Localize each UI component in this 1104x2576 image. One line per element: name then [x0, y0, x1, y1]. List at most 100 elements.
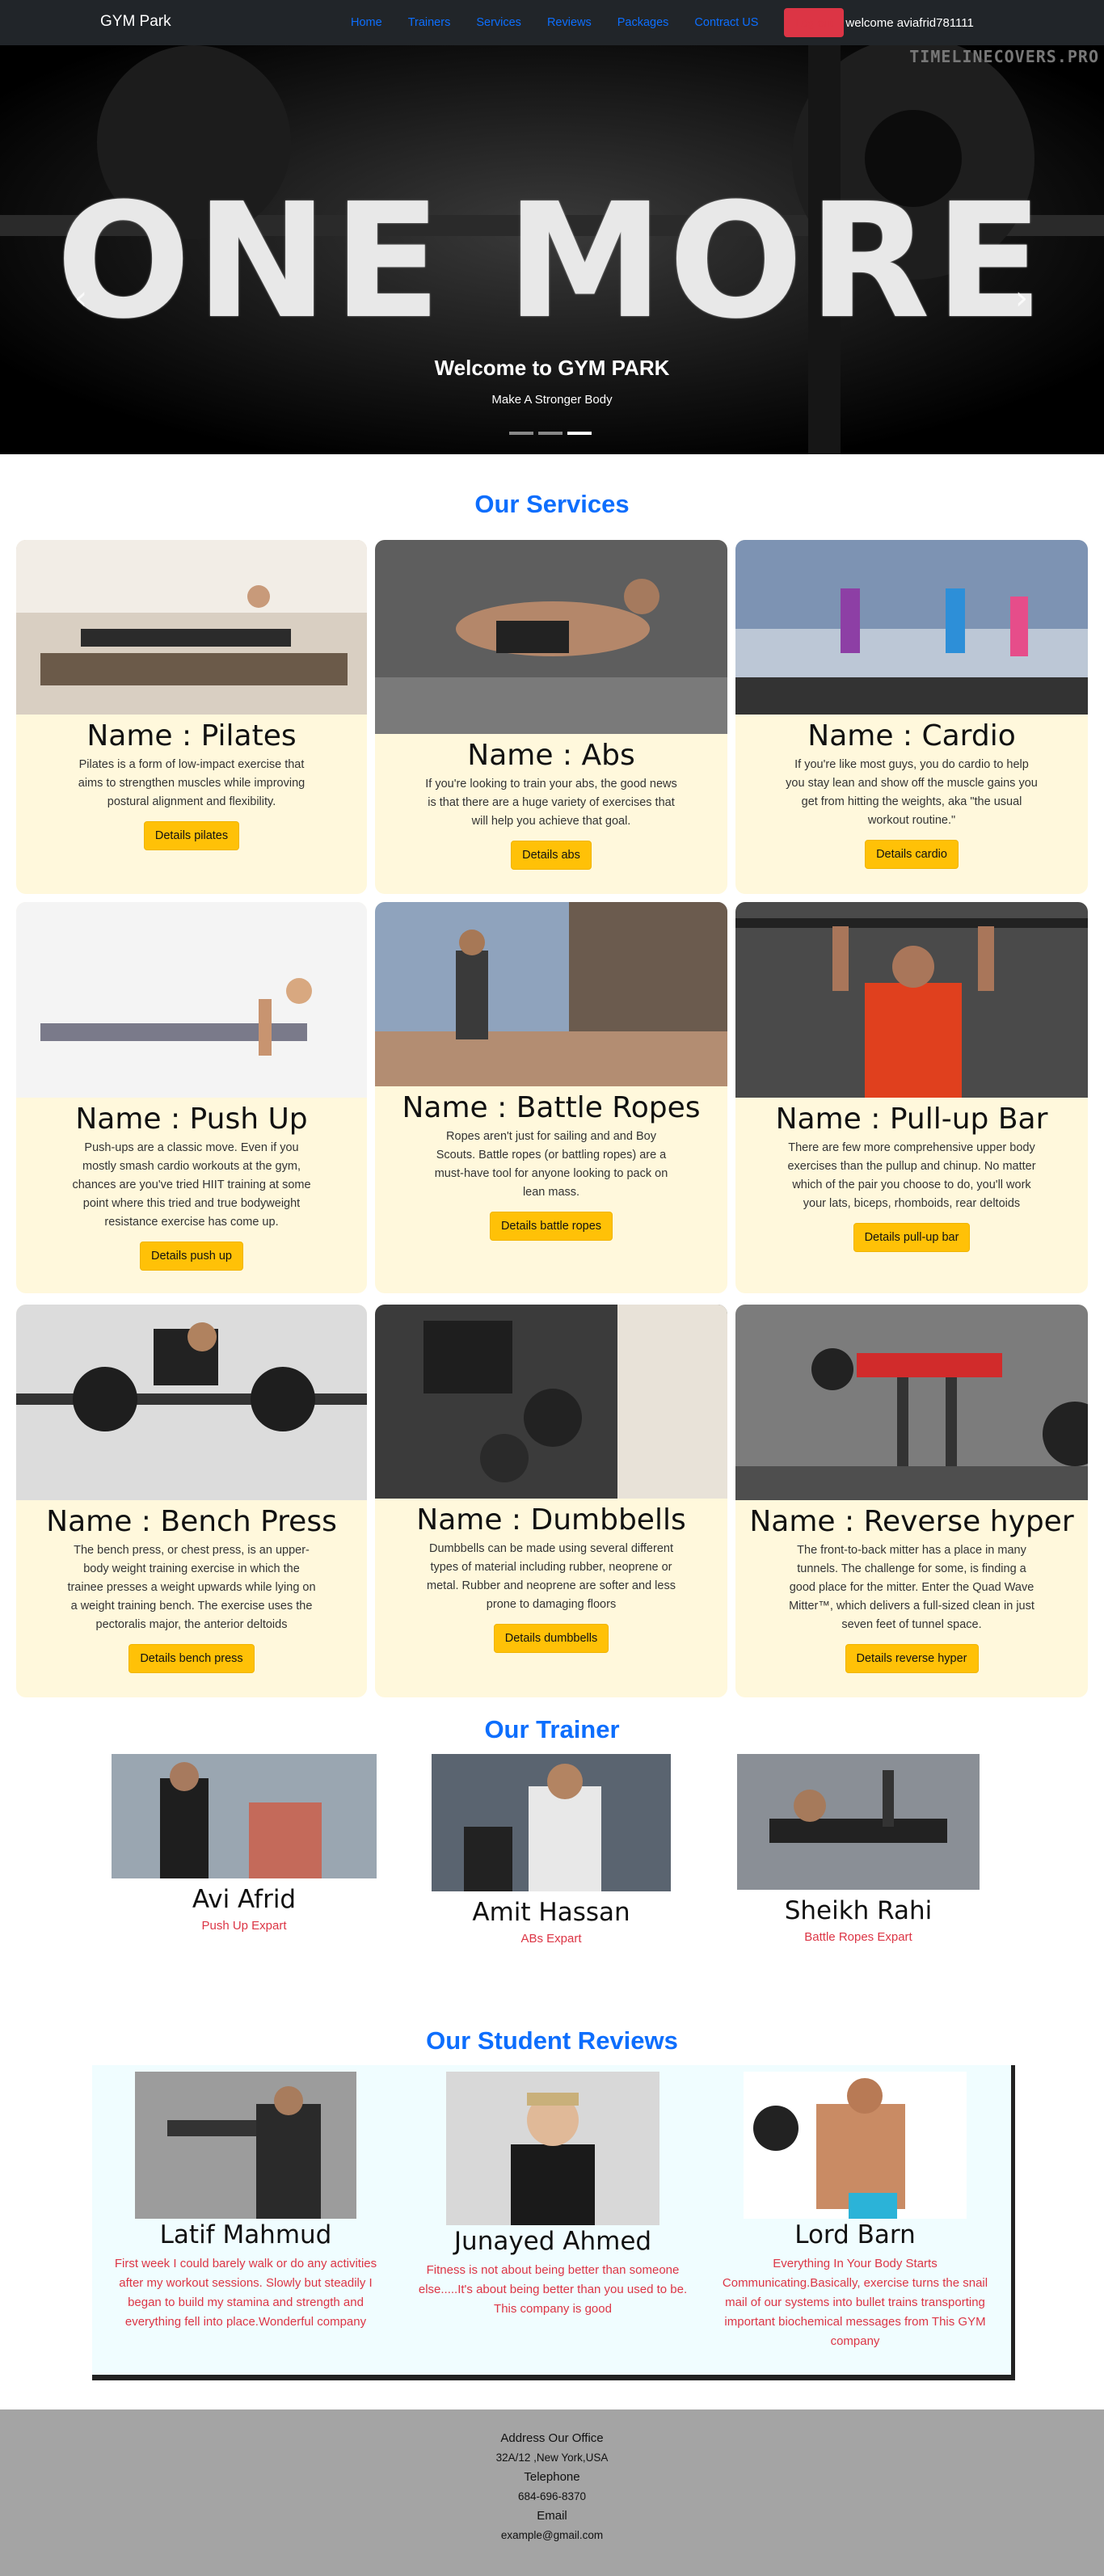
service-description: Dumbbells can be made using several diff…: [427, 1542, 676, 1611]
trainers-section: Our Trainer Avi Afrid Push Up Expart Ami…: [0, 1715, 1104, 2026]
chevron-left-icon[interactable]: ‹: [74, 280, 87, 317]
review-card: Junayed Ahmed Fitness is not about being…: [412, 2072, 693, 2319]
service-card-abs: Name : Abs If you're looking to train yo…: [375, 540, 727, 894]
service-image-push-up: [16, 902, 367, 1098]
review-text: First week I could barely walk or do any…: [114, 2257, 377, 2329]
service-description: Pilates is a form of low-impact exercise…: [78, 758, 305, 808]
service-name: Name : Bench Press: [46, 1505, 337, 1538]
hero-subtitle: Make A Stronger Body: [491, 393, 613, 407]
watermark-text: TIMELINECOVERS.PRO: [909, 47, 1099, 66]
reviews-panel: Latif Mahmud First week I could barely w…: [92, 2065, 1015, 2380]
service-card-pilates: Name : Pilates Pilates is a form of low-…: [16, 540, 367, 894]
footer: Address Our Office 32A/12 ,New York,USA …: [0, 2409, 1104, 2576]
hero-title: Welcome to GYM PARK: [434, 356, 670, 380]
review-text: Fitness is not about being better than s…: [418, 2263, 688, 2316]
details-bench-press-button[interactable]: Details bench press: [129, 1644, 255, 1673]
details-push-up-button[interactable]: Details push up: [140, 1242, 243, 1271]
reviewer-photo: [135, 2072, 356, 2219]
trainer-role: Battle Ropes Expart: [804, 1930, 912, 1944]
service-image-battle-ropes: [375, 902, 727, 1086]
service-name: Name : Abs: [467, 739, 635, 772]
footer-telephone-label: Telephone: [524, 2470, 580, 2484]
logout-button[interactable]: Log out: [784, 8, 845, 37]
services-section: Our Services Name : Pilates Pilates is a…: [0, 454, 1104, 1715]
hero-big-word: ONE MORE: [56, 170, 1048, 354]
top-navbar: GYM Park Home Trainers Services Reviews …: [0, 0, 1104, 45]
service-description: If you're like most guys, you do cardio …: [786, 758, 1038, 827]
service-card-battle-ropes: Name : Battle Ropes Ropes aren't just fo…: [375, 902, 727, 1293]
nav-link-contact[interactable]: Contract US: [694, 16, 758, 29]
service-image-pull-up-bar: [735, 902, 1088, 1098]
service-card-dumbbells: Name : Dumbbells Dumbbells can be made u…: [375, 1305, 727, 1697]
trainer-name: Avi Afrid: [192, 1885, 297, 1914]
carousel-indicator[interactable]: [538, 432, 563, 435]
welcome-text: welcome aviafrid781111: [845, 15, 974, 30]
reviews-section: Our Student Reviews Latif Mahmud First w…: [0, 2026, 1104, 2409]
carousel-indicator[interactable]: [509, 432, 533, 435]
service-name: Name : Battle Ropes: [402, 1091, 701, 1124]
nav-link-home[interactable]: Home: [351, 16, 382, 29]
hero-carousel: TIMELINECOVERS.PRO ONE MORE ‹ › Welcome …: [0, 45, 1104, 454]
trainer-photo: [432, 1754, 671, 1891]
details-battle-ropes-button[interactable]: Details battle ropes: [489, 1212, 613, 1241]
carousel-indicator-active[interactable]: [567, 432, 592, 435]
review-card: Lord Barn Everything In Your Body Starts…: [714, 2072, 996, 2351]
service-card-reverse-hyper: Name : Reverse hyper The front-to-back m…: [735, 1305, 1088, 1697]
footer-email[interactable]: example@gmail.com: [0, 2526, 1104, 2545]
service-description: Push-ups are a classic move. Even if you…: [72, 1141, 311, 1229]
service-name: Name : Cardio: [807, 719, 1016, 753]
reviewer-name: Lord Barn: [794, 2220, 916, 2249]
nav-links: Home Trainers Services Reviews Packages …: [351, 0, 974, 45]
service-description: There are few more comprehensive upper b…: [787, 1141, 1036, 1210]
carousel-indicators: [509, 432, 592, 435]
services-title: Our Services: [474, 490, 630, 518]
service-image-reverse-hyper: [735, 1305, 1088, 1500]
details-pilates-button[interactable]: Details pilates: [143, 821, 240, 850]
nav-link-trainers[interactable]: Trainers: [408, 16, 451, 29]
trainer-name: Amit Hassan: [472, 1898, 630, 1927]
service-description: If you're looking to train your abs, the…: [425, 778, 677, 828]
service-image-abs: [375, 540, 727, 734]
details-abs-button[interactable]: Details abs: [511, 841, 592, 870]
trainer-card: Avi Afrid Push Up Expart: [112, 1754, 377, 1933]
service-name: Name : Pull-up Bar: [775, 1102, 1048, 1136]
reviewer-photo: [446, 2072, 659, 2225]
service-card-bench-press: Name : Bench Press The bench press, or c…: [16, 1305, 367, 1697]
details-dumbbells-button[interactable]: Details dumbbells: [493, 1624, 609, 1653]
service-image-dumbbells: [375, 1305, 727, 1499]
service-card-push-up: Name : Push Up Push-ups are a classic mo…: [16, 902, 367, 1293]
details-pull-up-bar-button[interactable]: Details pull-up bar: [853, 1223, 971, 1252]
nav-link-reviews[interactable]: Reviews: [547, 16, 592, 29]
service-description: The bench press, or chest press, is an u…: [67, 1544, 316, 1631]
reviewer-name: Latif Mahmud: [159, 2220, 332, 2249]
chevron-right-icon[interactable]: ›: [1015, 280, 1028, 317]
trainer-role: ABs Expart: [520, 1932, 582, 1946]
trainers-title: Our Trainer: [484, 1715, 620, 1743]
review-text: Everything In Your Body Starts Communica…: [722, 2257, 988, 2348]
nav-link-packages[interactable]: Packages: [617, 16, 669, 29]
trainer-card: Sheikh Rahi Battle Ropes Expart: [737, 1754, 980, 1944]
review-card: Latif Mahmud First week I could barely w…: [105, 2072, 386, 2332]
footer-email-label: Email: [537, 2509, 567, 2523]
service-image-bench-press: [16, 1305, 367, 1500]
footer-address-label: Address Our Office: [500, 2431, 604, 2445]
details-reverse-hyper-button[interactable]: Details reverse hyper: [845, 1644, 979, 1673]
service-description: Ropes aren't just for sailing and and Bo…: [434, 1130, 668, 1199]
service-image-pilates: [16, 540, 367, 715]
service-name: Name : Pilates: [86, 719, 297, 753]
nav-link-services[interactable]: Services: [476, 16, 521, 29]
details-cardio-button[interactable]: Details cardio: [865, 840, 959, 869]
service-description: The front-to-back mitter has a place in …: [789, 1544, 1034, 1631]
service-card-cardio: Name : Cardio If you're like most guys, …: [735, 540, 1088, 894]
service-name: Name : Push Up: [75, 1102, 308, 1136]
trainer-card: Amit Hassan ABs Expart: [432, 1754, 671, 1946]
service-name: Name : Dumbbells: [416, 1503, 686, 1537]
brand-logo[interactable]: GYM Park: [100, 13, 171, 31]
trainer-photo: [112, 1754, 377, 1878]
trainer-name: Sheikh Rahi: [784, 1896, 933, 1925]
reviewer-photo: [744, 2072, 967, 2219]
reviewer-name: Junayed Ahmed: [453, 2227, 652, 2256]
service-image-cardio: [735, 540, 1088, 715]
footer-address: 32A/12 ,New York,USA: [495, 2452, 609, 2464]
reviews-title: Our Student Reviews: [426, 2026, 678, 2055]
